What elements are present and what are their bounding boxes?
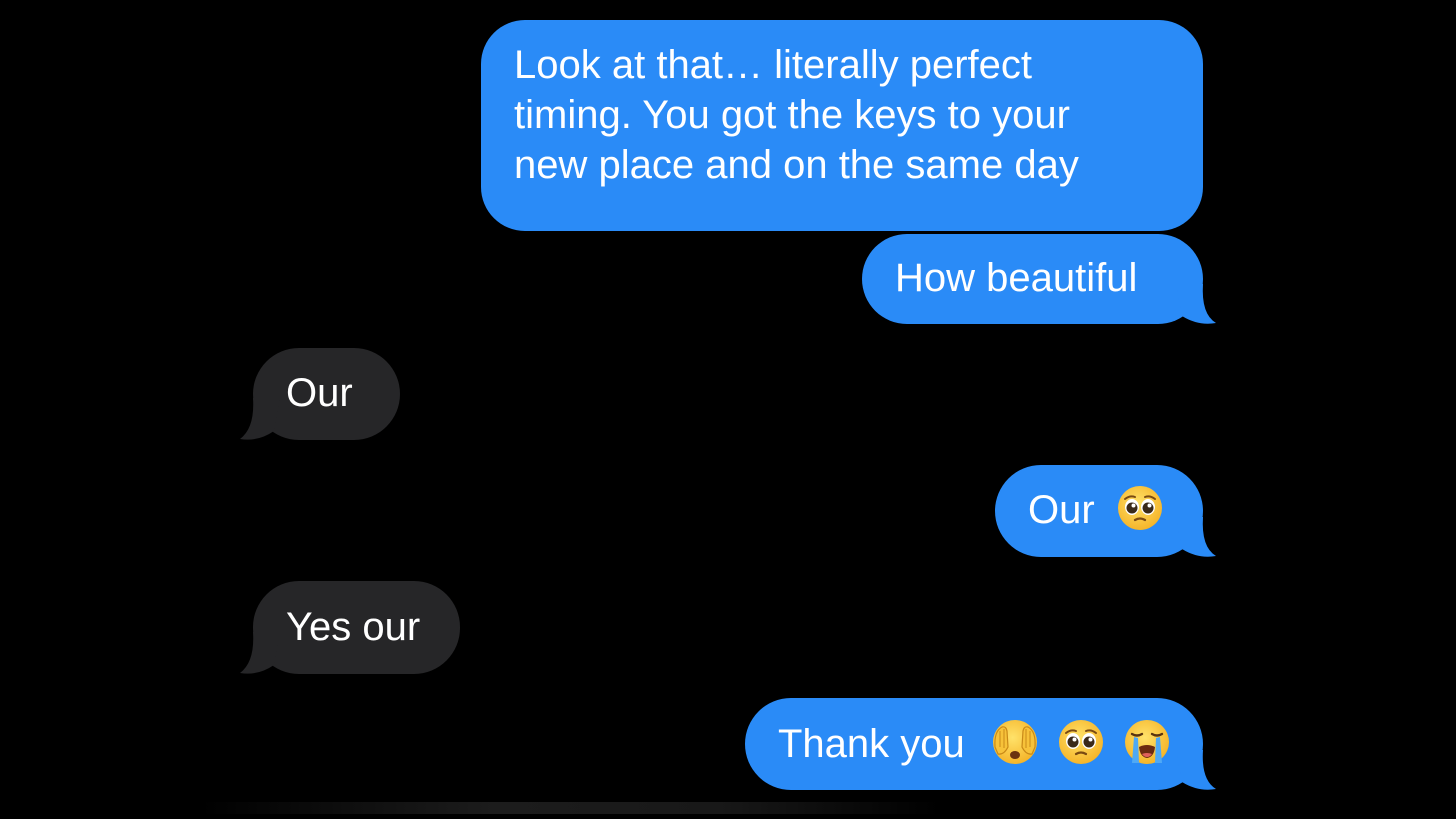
sent-bubble-tail [1176,284,1216,324]
message-text: Our [286,371,353,415]
sent-message-bubble[interactable]: Thank you [745,698,1203,790]
message-text: How beautiful [895,256,1138,300]
message-text: Yes our [286,605,421,649]
message-text: Thank you [778,722,965,766]
sent-message-bubble[interactable]: Look at that… literally perfect timing. … [481,20,1203,231]
face-with-hands-over-eyes-emoji [992,720,1037,765]
message-text-line: Look at that… literally perfect [514,43,1033,87]
received-bubble-tail [240,632,280,674]
pleading-face-emoji [1117,486,1162,531]
message-text: Our [1028,488,1095,532]
received-bubble-tail [240,398,280,440]
sent-bubble-tail [1176,517,1216,557]
pleading-face-emoji [1059,720,1104,765]
message-thread: Look at that… literally perfect timing. … [0,0,1456,819]
message-text-line: timing. You got the keys to your [514,93,1070,137]
message-text-line: new place and on the same day [514,143,1079,187]
sent-bubble-tail [1176,750,1216,790]
sent-message-bubble[interactable]: How beautiful [862,234,1203,324]
loudly-crying-face-emoji [1125,720,1170,765]
scroll-edge-shadow [200,802,940,814]
